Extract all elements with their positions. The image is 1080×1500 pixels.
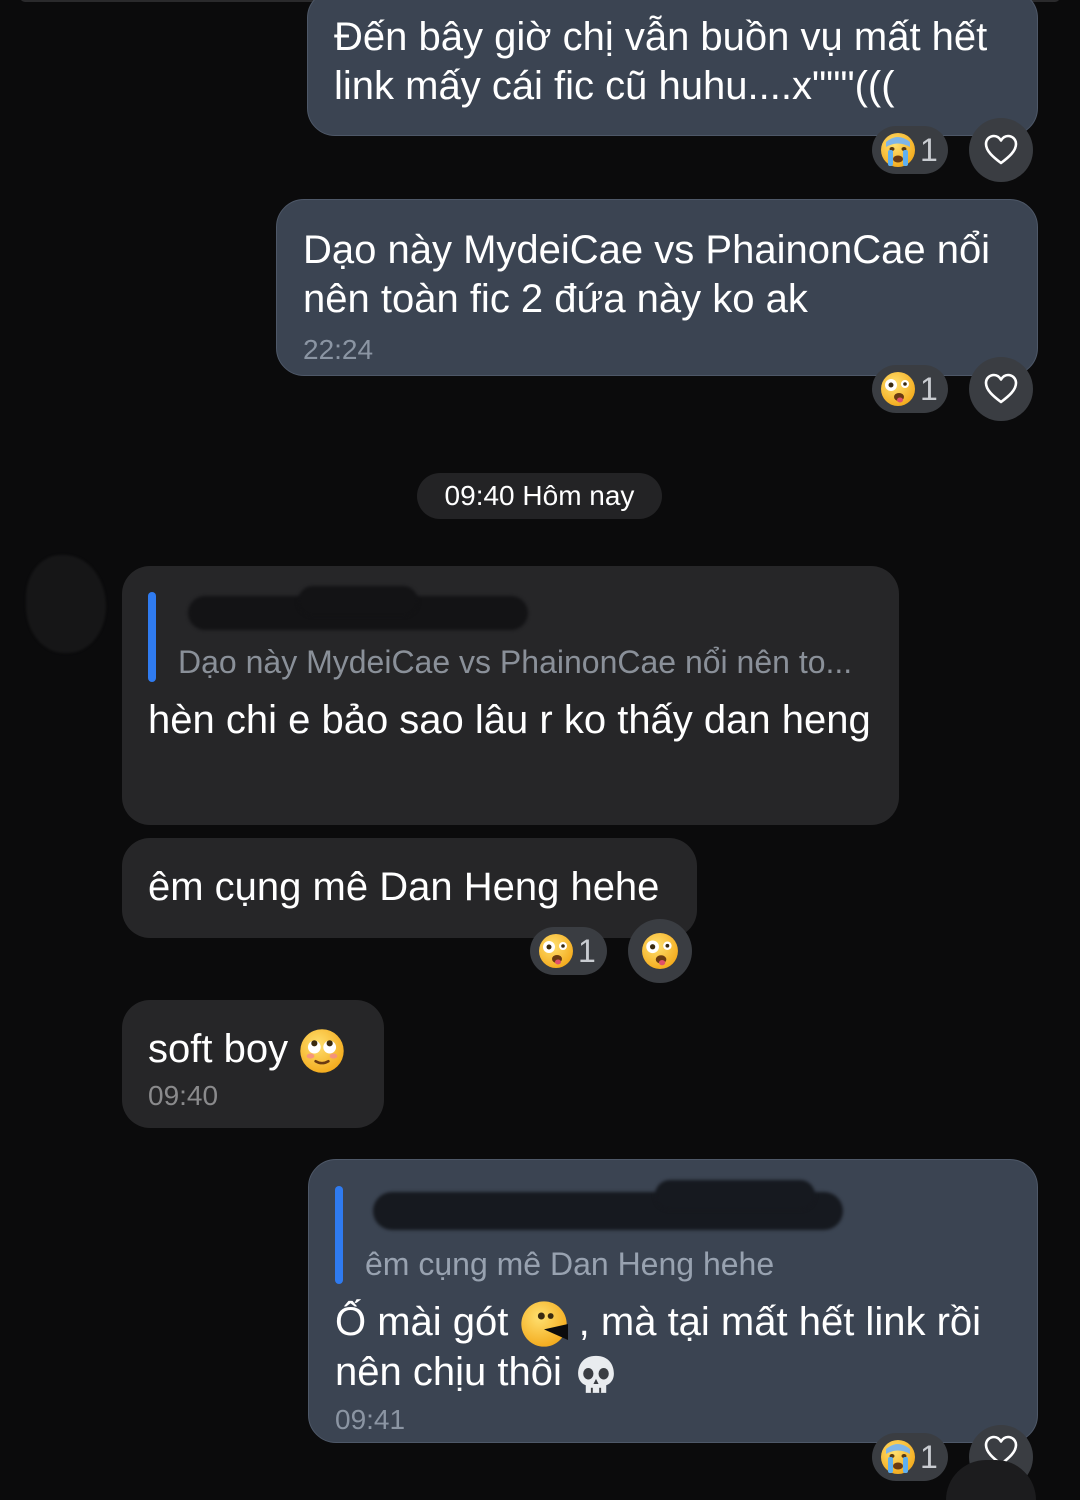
zany-face-icon (641, 932, 679, 970)
like-button[interactable] (969, 118, 1033, 182)
heart-outline-icon (983, 371, 1019, 407)
message-timestamp: 22:24 (303, 334, 374, 365)
reaction-pill[interactable]: 1 (872, 1433, 948, 1481)
incoming-message-bubble[interactable]: êm cụng mê Dan Heng hehe (122, 838, 697, 938)
crying-face-icon (880, 132, 916, 168)
outgoing-message-bubble[interactable]: Dạo này MydeiCae vs PhainonCae nổi nên t… (276, 199, 1038, 376)
incoming-message-bubble[interactable]: Dạo này MydeiCae vs PhainonCae nổi nên t… (122, 566, 899, 825)
like-button[interactable] (969, 357, 1033, 421)
outgoing-message-bubble[interactable]: êm cụng mê Dan Heng hehe Ố mài gót , mà … (308, 1159, 1038, 1443)
heart-outline-icon (983, 132, 1019, 168)
message-text: hèn chi e bảo sao lâu r ko thấy dan heng (148, 698, 871, 742)
reaction-count: 1 (578, 932, 596, 969)
quoted-message-text: Dạo này MydeiCae vs PhainonCae nổi nên t… (178, 644, 853, 680)
quote-accent-bar (148, 592, 156, 682)
rolling-eyes-face-icon (299, 1028, 345, 1074)
message-text: Đến bây giờ chị vẫn buồn vụ mất hết link… (334, 15, 999, 108)
reaction-pill[interactable]: 1 (872, 126, 948, 174)
outgoing-message-bubble[interactable]: Đến bây giờ chị vẫn buồn vụ mất hết link… (307, 0, 1038, 136)
redacted-sender-name (178, 586, 873, 642)
message-timestamp: 09:41 (335, 1403, 406, 1435)
reaction-count: 1 (920, 1438, 938, 1475)
message-text: Dạo này MydeiCae vs PhainonCae nổi nên t… (303, 228, 1002, 321)
crying-face-icon (880, 1439, 916, 1475)
sender-avatar[interactable] (26, 555, 106, 653)
message-text-part: nên chịu thôi (335, 1350, 562, 1395)
message-text-part: , mà tại mất hết link rồi (578, 1300, 982, 1344)
message-text: Ố mài gót , mà tại mất hết link rồi nên … (335, 1298, 1011, 1398)
skull-icon (573, 1352, 619, 1398)
quoted-reply[interactable]: êm cụng mê Dan Heng hehe (335, 1180, 1011, 1284)
message-text-part: Ố mài gót (335, 1300, 509, 1344)
reaction-count: 1 (920, 131, 938, 168)
message-text: soft boy (148, 1025, 358, 1074)
quote-accent-bar (335, 1186, 343, 1284)
message-text-part: soft boy (148, 1027, 289, 1071)
pacman-face-icon (520, 1300, 568, 1348)
reaction-pill[interactable]: 1 (530, 927, 607, 975)
reaction-count: 1 (920, 370, 938, 407)
incoming-message-bubble[interactable]: soft boy 09:40 (122, 1000, 384, 1128)
react-button[interactable] (628, 919, 692, 983)
zany-face-icon (880, 371, 916, 407)
message-timestamp: 09:40 (148, 1080, 219, 1112)
redacted-sender-name (365, 1180, 1011, 1244)
date-divider: 09:40 Hôm nay (417, 473, 662, 519)
quoted-reply[interactable]: Dạo này MydeiCae vs PhainonCae nổi nên t… (148, 586, 873, 682)
reaction-pill[interactable]: 1 (872, 365, 948, 413)
zany-face-icon (538, 933, 574, 969)
message-text: êm cụng mê Dan Heng hehe (148, 865, 660, 909)
quoted-message-text: êm cụng mê Dan Heng hehe (365, 1246, 775, 1282)
